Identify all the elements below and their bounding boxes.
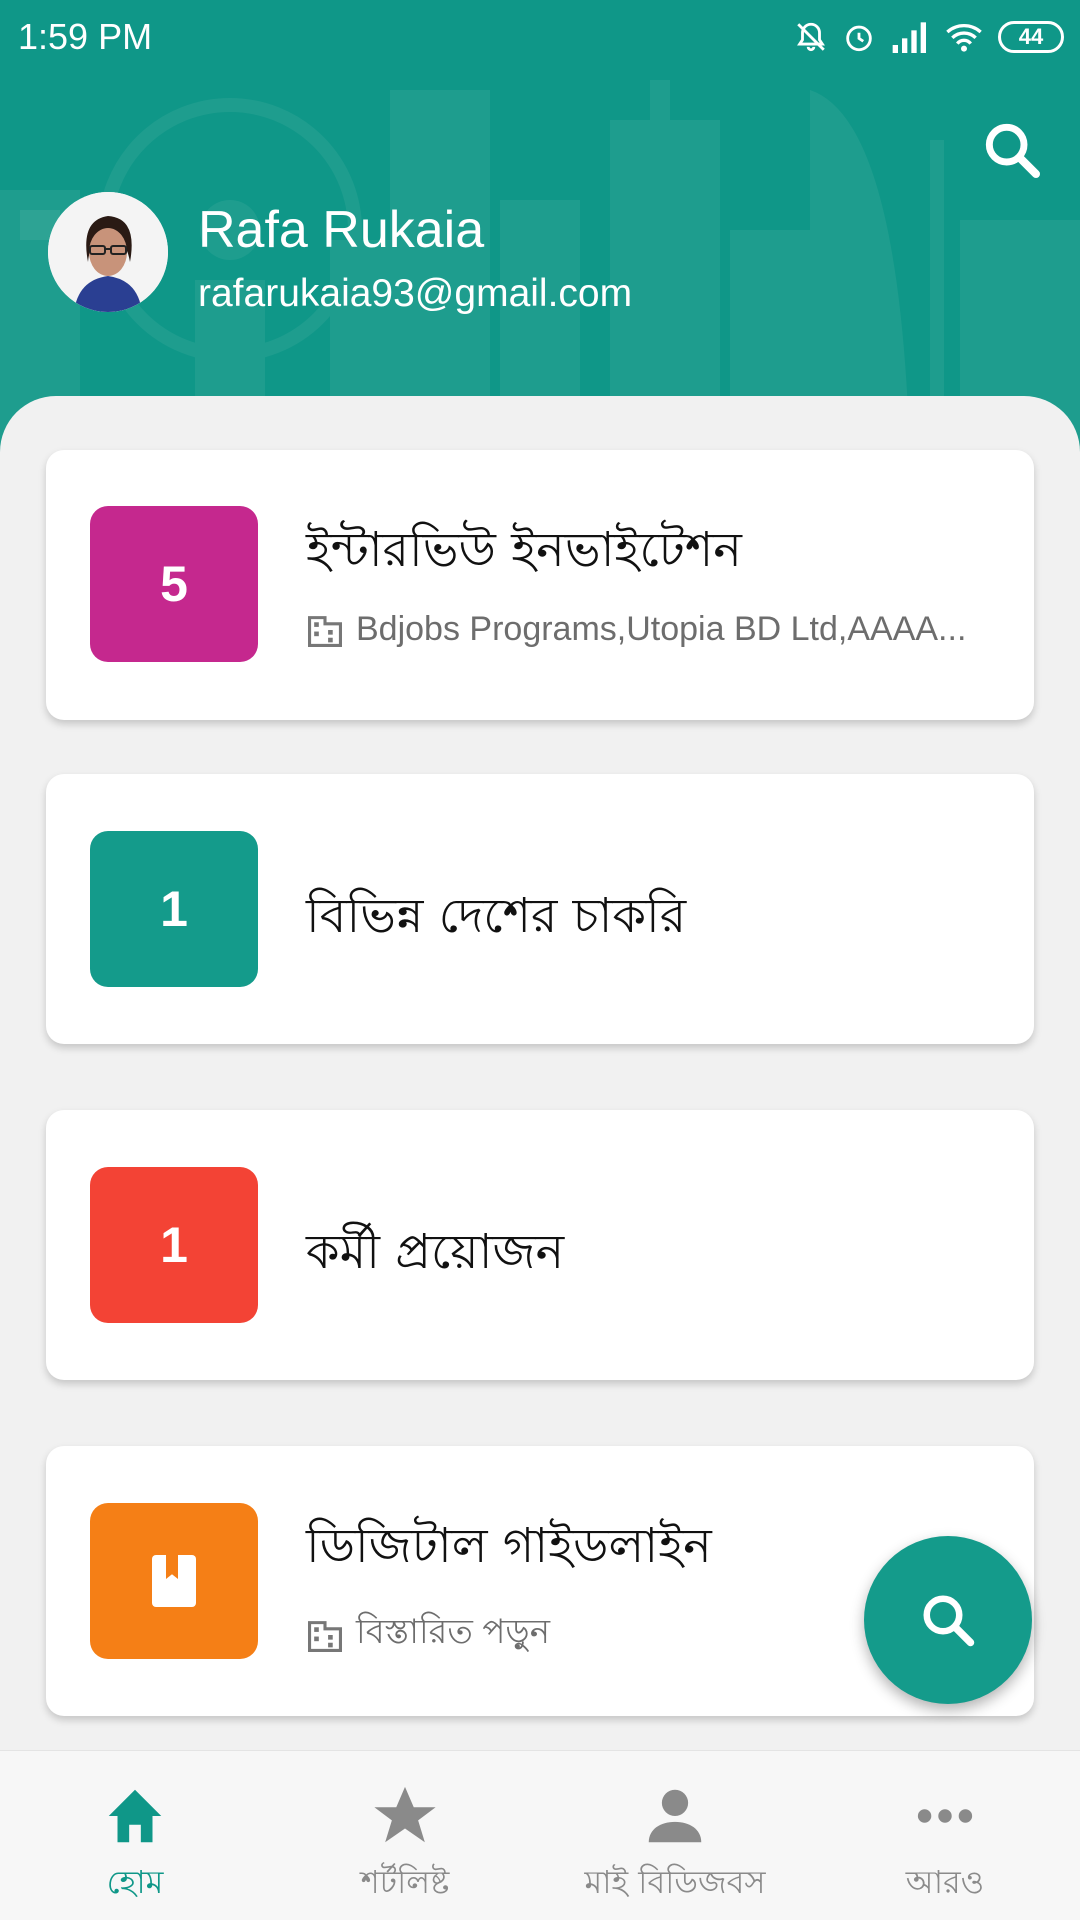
card-title: ইন্টারভিউ ইনভাইটেশন [306, 522, 742, 578]
building-icon [308, 615, 342, 647]
person-icon [648, 1789, 702, 1843]
more-icon [917, 1809, 973, 1823]
bell-off-icon [797, 22, 825, 52]
nav-shortlist[interactable]: শর্টলিষ্ট [270, 1751, 540, 1920]
nav-home[interactable]: হোম [0, 1751, 270, 1920]
count-badge: 1 [90, 1167, 258, 1323]
book-icon [152, 1555, 196, 1607]
profile-header: 1:59 PM 44 Rafa Rukaia rafarukaia93@gmai… [0, 0, 1080, 460]
count-badge: 1 [90, 831, 258, 987]
avatar[interactable] [48, 192, 168, 312]
nav-label: মাই বিডিজবস [584, 1863, 766, 1901]
nav-label: হোম [106, 1863, 164, 1901]
search-icon[interactable] [980, 118, 1044, 182]
user-name: Rafa Rukaia [198, 201, 485, 259]
read-more-link[interactable]: বিস্তারিত পড়ুন [356, 1606, 550, 1663]
user-email: rafarukaia93@gmail.com [198, 272, 633, 315]
wifi-icon [946, 24, 982, 52]
status-time: 1:59 PM [18, 16, 153, 57]
card-subtitle: Bdjobs Programs,Utopia BD Ltd,AAAA... [306, 610, 966, 649]
nav-label: শর্টলিষ্ট [360, 1863, 450, 1901]
building-icon [308, 1620, 342, 1652]
count-badge: 5 [90, 506, 258, 662]
card-subtitle: বিস্তারিত পড়ুন [306, 1606, 550, 1663]
card-title: কর্মী প্রয়োজন [306, 1224, 565, 1280]
card-title: ডিজিটাল গাইডলাইন [306, 1518, 712, 1574]
search-fab[interactable] [864, 1536, 1032, 1704]
card-interview-invitation[interactable]: 5 ইন্টারভিউ ইনভাইটেশন Bdjobs Programs,Ut… [46, 450, 1034, 720]
alarm-icon [846, 25, 872, 52]
status-icons: 44 [794, 18, 1064, 56]
guide-badge [90, 1503, 258, 1659]
nav-my-bdjobs[interactable]: মাই বিডিজবস [540, 1751, 810, 1920]
card-staff-required[interactable]: 1 কর্মী প্রয়োজন [46, 1110, 1034, 1380]
card-title: বিভিন্ন দেশের চাকরি [306, 888, 687, 944]
home-icon [108, 1789, 162, 1843]
nav-more[interactable]: আরও [810, 1751, 1080, 1920]
nav-label: আরও [905, 1863, 985, 1901]
search-icon [923, 1595, 975, 1647]
bottom-navigation: হোম শর্টলিষ্ট মাই বিডিজবস আরও [0, 1750, 1080, 1920]
battery-icon: 44 [998, 21, 1064, 53]
company-list: Bdjobs Programs,Utopia BD Ltd,AAAA... [356, 610, 967, 648]
signal-icon [892, 22, 926, 53]
status-bar: 1:59 PM 44 [0, 0, 1080, 76]
star-icon [374, 1786, 436, 1843]
card-foreign-jobs[interactable]: 1 বিভিন্ন দেশের চাকরি [46, 774, 1034, 1044]
